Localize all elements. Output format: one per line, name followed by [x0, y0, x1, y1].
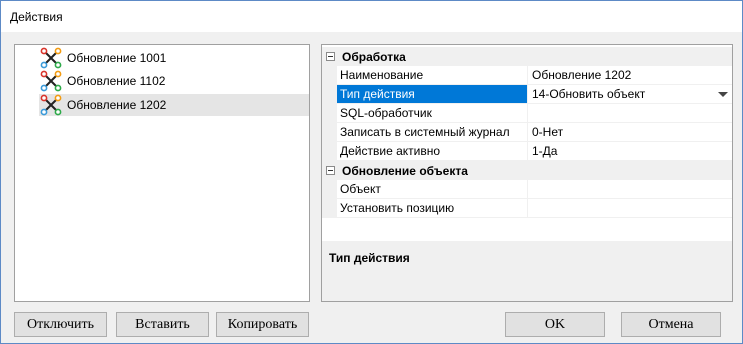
collapse-icon[interactable]: [326, 166, 335, 175]
tree-item-label: Обновление 1202: [67, 98, 167, 112]
property-name: Записать в системный журнал: [337, 123, 528, 142]
property-value[interactable]: [528, 199, 732, 218]
category-label: Обновление объекта: [342, 163, 468, 178]
property-grid: Обработка Наименование Обновление 1202 Т…: [321, 44, 733, 302]
property-value[interactable]: [528, 180, 732, 199]
tree-item-label: Обновление 1001: [67, 51, 167, 65]
property-row-system-log[interactable]: Записать в системный журнал 0-Нет: [322, 123, 732, 142]
dropdown-value: 14-Обновить объект: [532, 87, 646, 101]
actions-tree[interactable]: Обновление 1001 Обновление 1102 Обновлен…: [14, 44, 310, 302]
property-name: Тип действия: [337, 85, 528, 104]
workflow-icon: [40, 94, 62, 116]
property-name: Установить позицию: [337, 199, 528, 218]
row-gutter: [322, 85, 337, 104]
help-title: Тип действия: [329, 251, 410, 265]
collapse-icon[interactable]: [326, 52, 335, 61]
category-label: Обработка: [342, 49, 406, 64]
property-name: SQL-обработчик: [337, 104, 528, 123]
property-row-name[interactable]: Наименование Обновление 1202: [322, 66, 732, 85]
property-row-object[interactable]: Объект: [322, 180, 732, 199]
property-value[interactable]: 1-Да: [528, 142, 732, 161]
copy-button[interactable]: Копировать: [216, 312, 309, 337]
workflow-icon: [40, 70, 62, 92]
cancel-button[interactable]: Отмена: [621, 312, 721, 337]
property-row-sql-handler[interactable]: SQL-обработчик: [322, 104, 732, 123]
insert-button[interactable]: Вставить: [116, 312, 209, 337]
tree-item-1202[interactable]: Обновление 1202: [39, 94, 309, 116]
row-gutter: [322, 142, 337, 161]
property-value[interactable]: Обновление 1202: [528, 66, 732, 85]
category-processing[interactable]: Обработка: [322, 47, 732, 66]
row-gutter: [322, 199, 337, 218]
tree-item-1001[interactable]: Обновление 1001: [39, 47, 309, 69]
title-bar[interactable]: Действия: [1, 1, 742, 33]
property-value-dropdown[interactable]: 14-Обновить объект: [528, 85, 732, 104]
property-list: Обработка Наименование Обновление 1202 Т…: [322, 45, 732, 218]
row-gutter: [322, 123, 337, 142]
chevron-down-icon[interactable]: [718, 92, 728, 97]
disable-button[interactable]: Отключить: [14, 312, 107, 337]
property-row-action-type[interactable]: Тип действия 14-Обновить объект: [322, 85, 732, 104]
property-value[interactable]: 0-Нет: [528, 123, 732, 142]
workflow-icon: [40, 47, 62, 69]
ok-button[interactable]: OK: [505, 312, 605, 337]
window-title: Действия: [10, 10, 63, 24]
property-value[interactable]: [528, 104, 732, 123]
row-gutter: [322, 180, 337, 199]
row-gutter: [322, 66, 337, 85]
tree-item-label: Обновление 1102: [67, 74, 166, 88]
property-row-set-position[interactable]: Установить позицию: [322, 199, 732, 218]
property-name: Наименование: [337, 66, 528, 85]
property-name: Действие активно: [337, 142, 528, 161]
property-name: Объект: [337, 180, 528, 199]
tree-item-1102[interactable]: Обновление 1102: [39, 70, 309, 92]
category-object-update[interactable]: Обновление объекта: [322, 161, 732, 180]
row-gutter: [322, 104, 337, 123]
actions-dialog: Действия Обновление 1001 Обновление 1102…: [0, 0, 743, 344]
property-row-action-active[interactable]: Действие активно 1-Да: [322, 142, 732, 161]
help-panel: Тип действия: [322, 245, 732, 301]
